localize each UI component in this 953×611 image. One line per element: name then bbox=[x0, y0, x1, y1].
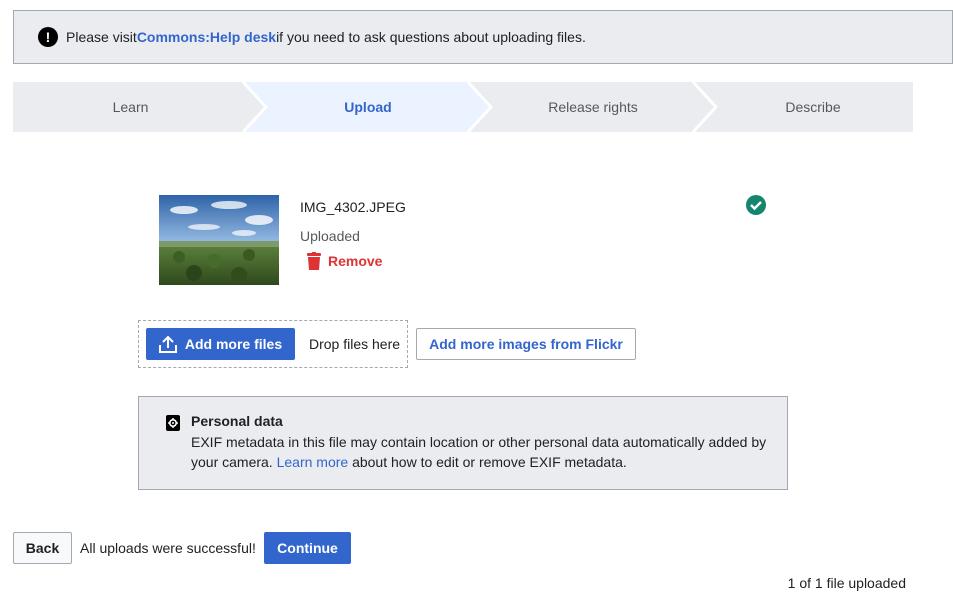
step-release-rights: Release rights bbox=[548, 99, 638, 115]
success-check-icon bbox=[746, 195, 766, 215]
help-desk-notice: ! Please visit Commons:Help desk if you … bbox=[13, 10, 953, 64]
personal-data-notice: Personal data EXIF metadata in this file… bbox=[138, 396, 788, 490]
personal-data-title: Personal data bbox=[191, 413, 283, 429]
exclamation-icon: ! bbox=[38, 27, 58, 47]
notice-prefix: Please visit bbox=[66, 29, 137, 45]
add-more-files-button[interactable]: Add more files bbox=[146, 328, 295, 360]
personal-data-text-after: about how to edit or remove EXIF metadat… bbox=[348, 454, 627, 470]
upload-icon bbox=[158, 335, 177, 353]
file-thumbnail bbox=[159, 195, 279, 285]
file-status: Uploaded bbox=[300, 228, 360, 244]
uploaded-file-row: IMG_4302.JPEG Uploaded Remove bbox=[159, 195, 779, 285]
settings-gear-icon bbox=[166, 415, 180, 431]
step-describe: Describe bbox=[785, 99, 841, 115]
remove-file-button[interactable]: Remove bbox=[306, 252, 382, 270]
back-button[interactable]: Back bbox=[13, 532, 72, 564]
step-upload: Upload bbox=[344, 99, 392, 115]
notice-suffix: if you need to ask questions about uploa… bbox=[276, 29, 586, 45]
remove-label: Remove bbox=[328, 253, 383, 269]
file-name: IMG_4302.JPEG bbox=[300, 199, 406, 215]
upload-success-message: All uploads were successful! bbox=[80, 540, 256, 556]
upload-wizard-steps: Learn Upload Release rights Describe bbox=[13, 82, 913, 132]
help-desk-link[interactable]: Commons:Help desk bbox=[137, 29, 276, 45]
step-learn: Learn bbox=[112, 99, 149, 115]
personal-data-text: EXIF metadata in this file may contain l… bbox=[191, 432, 767, 472]
learn-more-link[interactable]: Learn more bbox=[277, 454, 349, 470]
add-more-files-label: Add more files bbox=[184, 336, 283, 352]
upload-count: 1 of 1 file uploaded bbox=[787, 575, 906, 591]
trash-icon bbox=[307, 252, 321, 270]
add-from-flickr-button[interactable]: Add more images from Flickr bbox=[416, 328, 636, 360]
drop-files-text: Drop files here bbox=[309, 336, 401, 352]
file-drop-zone[interactable]: Add more files Drop files here bbox=[138, 320, 408, 368]
continue-button[interactable]: Continue bbox=[264, 532, 351, 564]
